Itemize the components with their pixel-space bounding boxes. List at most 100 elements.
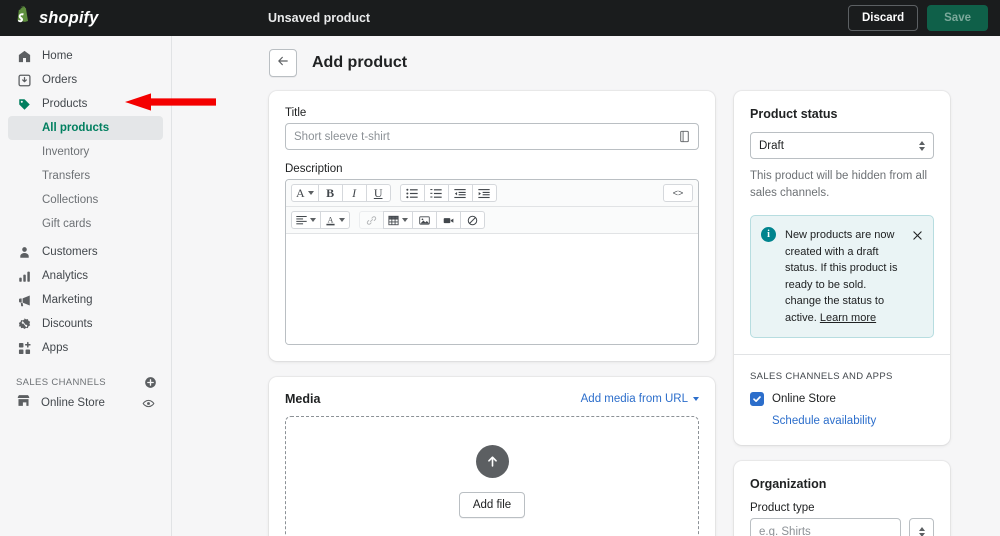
title-input[interactable]: Short sleeve t-shirt [285, 123, 699, 150]
font-style-dropdown[interactable]: A [291, 184, 319, 202]
sidebar-item-customers[interactable]: Customers [8, 240, 163, 264]
italic-i-glyph: I [352, 185, 357, 200]
code-view-button[interactable]: <> [663, 184, 693, 202]
chevron-down-icon [402, 218, 408, 222]
text-format-group: A B I U [291, 184, 391, 202]
align-left-icon [296, 215, 307, 225]
sidebar-item-gift-cards[interactable]: Gift cards [8, 212, 163, 236]
insert-link-button[interactable] [359, 211, 384, 229]
media-dropzone[interactable]: Add file [285, 416, 699, 536]
product-status-help-text: This product will be hidden from all sal… [750, 170, 928, 199]
chevron-down-icon [310, 218, 316, 222]
product-status-value: Draft [759, 139, 784, 152]
subnav-label: Inventory [42, 146, 90, 158]
subnav-label: Transfers [42, 170, 91, 182]
title-description-card: Title Short sleeve t-shirt Description A… [269, 91, 715, 361]
table-icon [388, 215, 399, 225]
close-x-icon[interactable] [912, 228, 923, 246]
link-icon [366, 215, 377, 225]
italic-button[interactable]: I [341, 184, 367, 202]
orders-inbox-icon [16, 72, 32, 88]
underline-u-glyph: U [373, 185, 383, 200]
upload-arrow-icon [475, 444, 509, 478]
sales-channels-section: SALES CHANNELS AND APPS Online Store Sch… [734, 355, 950, 445]
product-type-stepper[interactable] [909, 518, 934, 536]
sidebar-item-label: Analytics [42, 270, 89, 282]
clear-formatting-button[interactable] [460, 211, 485, 229]
subnav-label: Gift cards [42, 218, 92, 230]
sidebar-item-home[interactable]: Home [8, 44, 163, 68]
title-input-placeholder: Short sleeve t-shirt [294, 130, 390, 143]
sidebar-item-collections[interactable]: Collections [8, 188, 163, 212]
product-type-row: e.g. Shirts [750, 518, 934, 536]
add-media-from-url-dropdown[interactable]: Add media from URL [581, 393, 699, 405]
indent-button[interactable] [471, 184, 497, 202]
sidebar-item-analytics[interactable]: Analytics [8, 264, 163, 288]
sidebar-item-label: Orders [42, 74, 78, 86]
insert-image-button[interactable] [412, 211, 437, 229]
customer-person-icon [16, 244, 32, 260]
book-page-icon[interactable] [679, 130, 690, 143]
description-textarea[interactable] [286, 234, 698, 344]
outdent-button[interactable] [447, 184, 473, 202]
shopify-logo[interactable]: shopify [0, 0, 175, 36]
save-button[interactable]: Save [927, 5, 988, 31]
code-brackets-icon: <> [672, 187, 684, 198]
description-editor: A B I U <> A [285, 179, 699, 345]
sidebar-item-inventory[interactable]: Inventory [8, 140, 163, 164]
align-dropdown[interactable] [291, 211, 321, 229]
discard-button[interactable]: Discard [847, 5, 919, 31]
underline-button[interactable]: U [365, 184, 391, 202]
list-indent-group [399, 184, 497, 202]
sidebar-item-apps[interactable]: Apps [8, 336, 163, 360]
code-view-group: <> [663, 184, 693, 202]
sidebar-item-label: Discounts [42, 318, 93, 330]
banner-message: New products are now created with a draf… [785, 229, 898, 324]
insert-video-button[interactable] [436, 211, 461, 229]
sidebar-item-products[interactable]: Products [8, 92, 163, 116]
insert-table-dropdown[interactable] [383, 211, 413, 229]
add-file-button[interactable]: Add file [458, 491, 526, 518]
sidebar-item-discounts[interactable]: Discounts [8, 312, 163, 336]
chevron-down-icon [307, 191, 314, 195]
text-color-dropdown[interactable]: A [320, 211, 350, 229]
eye-icon[interactable] [142, 397, 155, 410]
analytics-bars-icon [16, 268, 32, 284]
sidebar-item-marketing[interactable]: Marketing [8, 288, 163, 312]
banner-text: New products are now created with a draf… [785, 227, 903, 326]
media-card: Media Add media from URL Add file [269, 377, 715, 536]
sidebar-channel-online-store[interactable]: Online Store [8, 391, 163, 415]
plus-circle-icon[interactable] [144, 376, 157, 389]
numbered-list-button[interactable] [423, 184, 449, 202]
bold-b-glyph: B [326, 185, 335, 200]
unsaved-product-title: Unsaved product [268, 11, 371, 25]
add-media-from-url-label: Add media from URL [580, 393, 688, 405]
back-button[interactable] [269, 49, 297, 77]
sidebar-item-transfers[interactable]: Transfers [8, 164, 163, 188]
bold-button[interactable]: B [317, 184, 343, 202]
learn-more-link[interactable]: Learn more [820, 312, 876, 324]
description-field-label: Description [285, 163, 343, 175]
product-status-select[interactable]: Draft [750, 132, 934, 159]
sidebar-item-orders[interactable]: Orders [8, 68, 163, 92]
marketing-megaphone-icon [16, 292, 32, 308]
sidebar-item-label: Products [42, 98, 88, 110]
product-type-label: Product type [750, 502, 815, 515]
chevron-down-icon [693, 397, 699, 401]
svg-text:A: A [328, 215, 334, 224]
schedule-availability-link[interactable]: Schedule availability [772, 415, 876, 427]
sidebar-item-label: Customers [42, 246, 98, 258]
sidebar-item-all-products[interactable]: All products [8, 116, 163, 140]
image-icon [419, 215, 430, 225]
online-store-checkbox[interactable] [750, 392, 764, 407]
online-store-channel-row[interactable]: Online Store [750, 392, 934, 407]
apps-grid-plus-icon [16, 340, 32, 356]
bulleted-list-button[interactable] [399, 184, 425, 202]
sales-channels-apps-heading: SALES CHANNELS AND APPS [750, 371, 893, 383]
sidebar-item-label: Apps [42, 342, 69, 354]
align-color-group: A [291, 211, 350, 229]
page-header: Add product [172, 36, 1000, 77]
shopify-bag-icon [13, 5, 32, 31]
bulleted-list-icon [406, 188, 418, 198]
product-type-input[interactable]: e.g. Shirts [750, 518, 901, 536]
